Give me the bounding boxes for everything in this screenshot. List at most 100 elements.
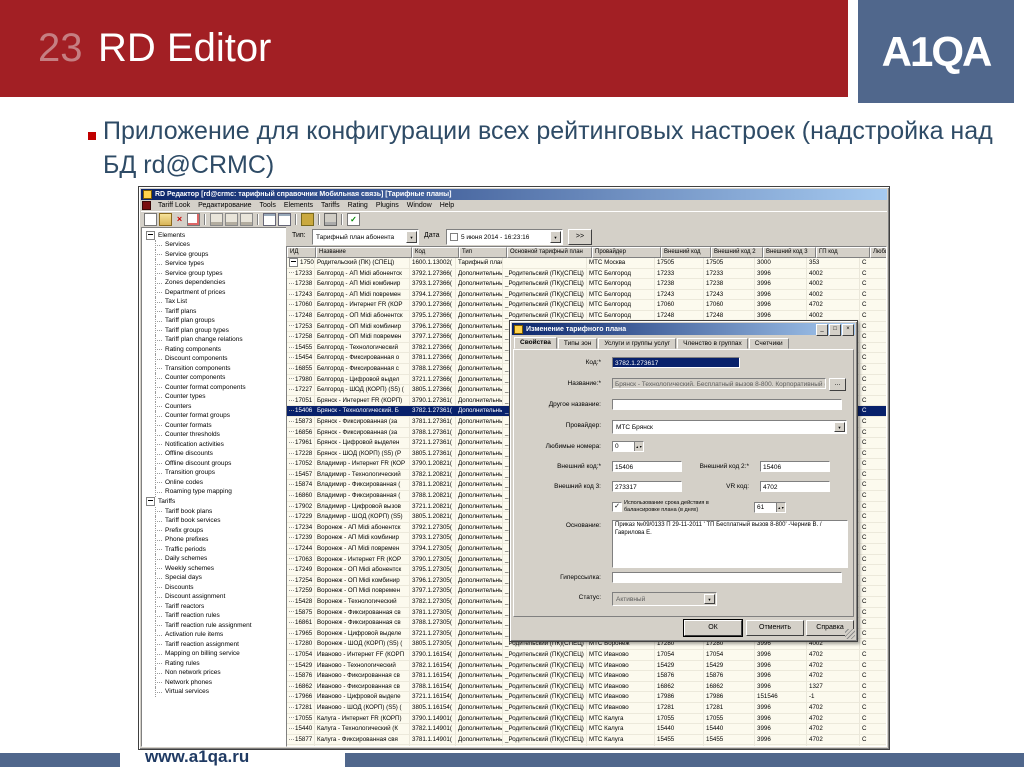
validity-checkbox[interactable]: ✓ xyxy=(612,502,622,512)
tree-item-network-phones[interactable]: Network phones xyxy=(146,677,291,688)
tree-item-counter-format-components[interactable]: Counter format components xyxy=(146,382,291,393)
spinner-arrows-icon[interactable]: ▲▼ xyxy=(634,442,643,451)
tree-item-counter-components[interactable]: Counter components xyxy=(146,373,291,383)
table-row[interactable]: 15440 Калуга - Технологический (К 3782.1.1… xyxy=(287,724,886,735)
tree-item-tariff-plan-change-relations[interactable]: Tariff plan change relations xyxy=(146,335,291,345)
table-row[interactable]: 15429 Иваново - Технологический 3782.1.161… xyxy=(287,660,886,672)
column-header-название[interactable]: Название xyxy=(316,247,412,258)
type-filter-dropdown[interactable]: Тарифный план абонента ▼ xyxy=(312,229,419,245)
tree-item-mapping-on-billing-service[interactable]: Mapping on billing service xyxy=(146,649,291,659)
tree-item-discount-assignment[interactable]: Discount assignment xyxy=(146,592,291,602)
column-header-внешний-код-2[interactable]: Внешний код 2 xyxy=(711,247,763,258)
assign-1-icon[interactable] xyxy=(210,213,223,226)
tree-item-tariff-reaction-rule-assignment[interactable]: Tariff reaction rule assignment xyxy=(146,620,291,631)
table-row[interactable]: 15876 Иваново - Фиксированная св 3781.1.16… xyxy=(287,671,886,682)
ext-code-input[interactable]: 15406 xyxy=(612,461,682,472)
tree-item-counters[interactable]: Counters xyxy=(146,401,291,412)
new-icon[interactable] xyxy=(144,213,157,226)
column-header-ид[interactable]: ИД xyxy=(287,247,316,258)
tree-item-notification-activities[interactable]: Notification activities xyxy=(146,439,291,450)
tree-item-special-days[interactable]: Special days xyxy=(146,573,291,583)
menu-help[interactable]: Help xyxy=(436,202,458,209)
tree-item-daily-schemes[interactable]: Daily schemes xyxy=(146,554,291,564)
assign-3-icon[interactable] xyxy=(240,213,253,226)
table-row[interactable]: 17966 Иваново - Цифровой выделе 3721.1.161… xyxy=(287,692,886,703)
ext-code3-input[interactable]: 273317 xyxy=(612,481,682,492)
tree-item-activation-rule-items[interactable]: Activation rule items xyxy=(146,630,291,640)
vr-code-input[interactable]: 4702 xyxy=(760,481,830,492)
validity-stepper[interactable]: 61 ▲▼ xyxy=(754,502,786,513)
menu-tools[interactable]: Tools xyxy=(256,202,280,209)
check-icon[interactable]: ✓ xyxy=(347,213,360,226)
table-row[interactable]: 17238 Белгород - АП Midi комбинир 3793.1.2… xyxy=(287,279,886,290)
tree-item-tariff-reaction-rules[interactable]: Tariff reaction rules xyxy=(146,611,291,621)
tree-root-elements[interactable]: Elements xyxy=(146,230,291,240)
tree-item-zones-dependencies[interactable]: Zones dependencies xyxy=(146,278,291,288)
column-header-внешний-код[interactable]: Внешний код xyxy=(661,247,711,258)
table-row[interactable]: 17054 Иваново - Интернет FF (КОРП 3790.1.1… xyxy=(287,649,886,661)
window-title-bar[interactable]: RD Редактор [rd@crmc: тарифный справочни… xyxy=(141,189,887,200)
table-row[interactable]: 17281 Иваново - ШОД (КОРП) (S5) (3805.1.1… xyxy=(287,702,886,714)
tab-счетчики[interactable]: Счетчики xyxy=(748,338,789,349)
table-row[interactable]: 15877 Калуга - Фиксированная свя 3781.1.14… xyxy=(287,734,886,746)
tree-item-prefix-groups[interactable]: Prefix groups xyxy=(146,525,291,536)
tree-item-tariff-reactors[interactable]: Tariff reactors xyxy=(146,601,291,612)
tree-item-discount-components[interactable]: Discount components xyxy=(146,354,291,364)
resize-grip[interactable] xyxy=(845,629,855,639)
browse-button[interactable]: ... xyxy=(829,378,846,391)
favorite-numbers-stepper[interactable]: 0 ▲▼ xyxy=(612,441,644,452)
tree-item-roaming-type-mapping[interactable]: Roaming type mapping xyxy=(146,487,291,497)
tree-item-service-groups[interactable]: Service groups xyxy=(146,249,291,260)
tree-item-service-types[interactable]: Service types xyxy=(146,259,291,269)
tree-item-services[interactable]: Services xyxy=(146,240,291,250)
menu-window[interactable]: Window xyxy=(403,202,436,209)
chevron-down-icon[interactable]: ▼ xyxy=(550,231,561,243)
tree-item-weekly-schemes[interactable]: Weekly schemes xyxy=(146,563,291,574)
column-header-код[interactable]: Код xyxy=(412,247,459,258)
print-icon[interactable] xyxy=(324,213,337,226)
close-icon[interactable]: × xyxy=(842,324,854,336)
chevron-down-icon[interactable]: ▼ xyxy=(406,231,417,243)
tree-item-offline-discounts[interactable]: Offline discounts xyxy=(146,449,291,459)
tree-item-non-network-prices[interactable]: Non network prices xyxy=(146,668,291,678)
tab-услуги-и-группы-услуг[interactable]: Услуги и группы услуг xyxy=(598,338,677,349)
tree-item-phone-prefixes[interactable]: Phone prefixes xyxy=(146,535,291,545)
other-name-input[interactable] xyxy=(612,399,842,410)
tree-root-tariffs[interactable]: Tariffs xyxy=(146,497,291,507)
tree-item-tariff-plan-groups[interactable]: Tariff plan groups xyxy=(146,316,291,326)
assign-2-icon[interactable] xyxy=(225,213,238,226)
tab-свойства[interactable]: Свойства xyxy=(514,337,557,349)
menu-plugins[interactable]: Plugins xyxy=(372,202,403,209)
table-row[interactable]: 17243 Белгород - АП Midi повремен 3794.1.2… xyxy=(287,289,886,301)
table-row[interactable]: 17505Родительский (ПК) (СПЕЦ)1600.1.1300… xyxy=(287,258,886,269)
expand-filter-button[interactable]: >> xyxy=(568,229,592,245)
tree-item-tariff-reaction-assignment[interactable]: Tariff reaction assignment xyxy=(146,639,291,650)
view-1-icon[interactable] xyxy=(263,213,276,226)
code-input[interactable]: 3782.1.273617 xyxy=(612,357,740,368)
menu-tariff-look[interactable]: Tariff Look xyxy=(154,202,194,209)
tree-item-counter-format-groups[interactable]: Counter format groups xyxy=(146,411,291,421)
minimize-icon[interactable]: _ xyxy=(816,324,828,336)
collapse-icon[interactable] xyxy=(146,230,155,240)
tree-item-transition-components[interactable]: Transition components xyxy=(146,363,291,374)
column-header-внешний-код-3[interactable]: Внешний код 3 xyxy=(763,247,816,258)
column-header-любимые-номе[interactable]: Любимые номе xyxy=(870,247,886,258)
date-checkbox[interactable] xyxy=(450,233,458,241)
date-filter-dropdown[interactable]: 5 июня 2014 - 16:23:16 ▼ xyxy=(446,229,563,245)
tab-членство-в-группах[interactable]: Членство в группах xyxy=(677,338,748,349)
collapse-icon[interactable] xyxy=(289,258,298,267)
table-row[interactable]: 17060 Белгород - Интернет FR (КОР 3790.1.2… xyxy=(287,300,886,311)
table-row[interactable]: 17233 Белгород - АП Midi абонентск 3792.1.… xyxy=(287,268,886,280)
archive-icon[interactable] xyxy=(301,213,314,226)
mdi-child-icon[interactable] xyxy=(142,201,151,210)
tree-item-tariff-plans[interactable]: Tariff plans xyxy=(146,306,291,317)
table-row[interactable]: 16862 Иваново - Фиксированная св 3788.1.16… xyxy=(287,681,886,693)
menu-редактирование[interactable]: Редактирование xyxy=(194,202,255,209)
table-row[interactable]: 17055 Калуга - Интернет FR (КОРП) 3790.1.1… xyxy=(287,713,886,725)
tree-item-service-group-types[interactable]: Service group types xyxy=(146,268,291,279)
tree-item-traffic-periods[interactable]: Traffic periods xyxy=(146,544,291,555)
table-row[interactable]: 16817Калуга - Фиксированная свя3788.1.14… xyxy=(287,745,886,746)
maximize-icon[interactable]: □ xyxy=(829,324,841,336)
column-header-провайдер[interactable]: Провайдер xyxy=(592,247,661,258)
tree-item-rating-rules[interactable]: Rating rules xyxy=(146,658,291,669)
